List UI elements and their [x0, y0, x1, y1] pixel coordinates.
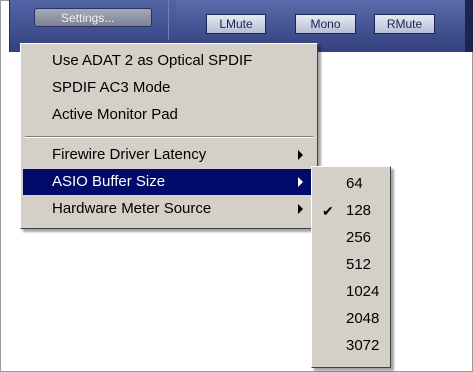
buffer-option-3072[interactable]: 3072 — [314, 333, 388, 359]
menu-item-label: ASIO Buffer Size — [52, 173, 166, 190]
menu-item-label: Firewire Driver Latency — [52, 146, 207, 163]
submenu-arrow-icon — [298, 204, 303, 214]
settings-menu: Use ADAT 2 as Optical SPDIF SPDIF AC3 Mo… — [20, 43, 318, 229]
option-label: 512 — [346, 256, 372, 273]
buffer-option-1024[interactable]: 1024 — [314, 279, 388, 305]
buffer-option-256[interactable]: 256 — [314, 225, 388, 251]
menu-item-active-monitor-pad[interactable]: Active Monitor Pad — [23, 102, 315, 128]
buffer-size-submenu: 64 ✔ 128 256 512 1024 2048 3072 — [311, 166, 391, 368]
menu-item-hardware-meter-source[interactable]: Hardware Meter Source — [23, 196, 315, 222]
checkmark-icon: ✔ — [322, 203, 334, 219]
lmute-button[interactable]: LMute — [206, 14, 266, 34]
buffer-option-512[interactable]: 512 — [314, 252, 388, 278]
menu-item-asio-buffer-size[interactable]: ASIO Buffer Size — [23, 169, 315, 195]
menu-separator — [25, 136, 313, 138]
menu-item-label: Active Monitor Pad — [52, 106, 178, 123]
menu-item-firewire-driver-latency[interactable]: Firewire Driver Latency — [23, 142, 315, 168]
toolbar-divider — [168, 0, 169, 40]
menu-item-label: SPDIF AC3 Mode — [52, 79, 171, 96]
buffer-option-2048[interactable]: 2048 — [314, 306, 388, 332]
menu-item-label: Use ADAT 2 as Optical SPDIF — [52, 52, 253, 69]
option-label: 1024 — [346, 283, 380, 300]
submenu-arrow-icon — [298, 177, 303, 187]
toolbar-edge — [465, 0, 473, 52]
mono-button[interactable]: Mono — [295, 14, 356, 34]
settings-button[interactable]: Settings... — [34, 8, 152, 27]
buffer-option-128[interactable]: ✔ 128 — [314, 198, 388, 224]
menu-item-use-adat2-optical-spdif[interactable]: Use ADAT 2 as Optical SPDIF — [23, 48, 315, 74]
menu-item-label: Hardware Meter Source — [52, 200, 212, 217]
buffer-option-64[interactable]: 64 — [314, 171, 388, 197]
submenu-arrow-icon — [298, 150, 303, 160]
option-label: 3072 — [346, 337, 380, 354]
rmute-button[interactable]: RMute — [374, 14, 435, 34]
option-label: 2048 — [346, 310, 380, 327]
option-label: 128 — [346, 202, 372, 219]
option-label: 64 — [346, 175, 363, 192]
option-label: 256 — [346, 229, 372, 246]
menu-item-spdif-ac3-mode[interactable]: SPDIF AC3 Mode — [23, 75, 315, 101]
